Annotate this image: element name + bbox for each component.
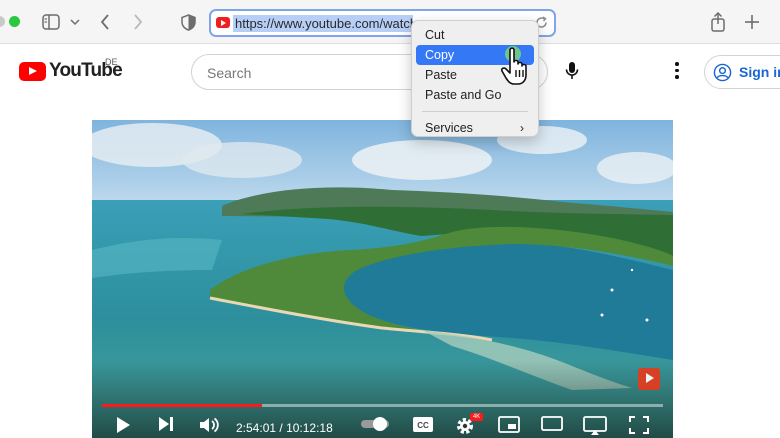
captions-icon[interactable]: CC bbox=[412, 416, 434, 433]
time-total: 10:12:18 bbox=[286, 421, 333, 435]
cast-icon[interactable] bbox=[583, 416, 607, 436]
svg-text:CC: CC bbox=[417, 421, 429, 430]
chevron-right-icon: › bbox=[520, 121, 524, 135]
sign-in-label: Sign in bbox=[739, 64, 780, 80]
menu-item-services-label: Services bbox=[425, 121, 473, 135]
channel-watermark-icon[interactable] bbox=[638, 368, 660, 390]
sidebar-icon[interactable] bbox=[42, 10, 60, 34]
progress-bar-played bbox=[102, 404, 262, 407]
next-icon[interactable] bbox=[158, 416, 174, 432]
youtube-favicon-icon bbox=[216, 17, 230, 28]
quality-badge: 4K bbox=[470, 413, 483, 421]
sign-in-button[interactable]: Sign in bbox=[704, 55, 780, 89]
browser-toolbar: https://www.youtube.com/watch? bbox=[0, 0, 780, 44]
share-icon[interactable] bbox=[710, 10, 726, 34]
chevron-down-icon[interactable] bbox=[70, 10, 80, 34]
time-display: 2:54:01 / 10:12:18 bbox=[236, 421, 333, 435]
back-icon[interactable] bbox=[100, 10, 110, 34]
autoplay-icon[interactable] bbox=[360, 416, 392, 432]
fullscreen-icon[interactable] bbox=[629, 416, 649, 434]
play-icon[interactable] bbox=[115, 416, 131, 434]
window-button-zoom[interactable] bbox=[9, 16, 20, 27]
search-placeholder: Search bbox=[207, 65, 252, 81]
window-button-minimize[interactable] bbox=[0, 16, 5, 27]
shield-icon[interactable] bbox=[181, 10, 196, 34]
miniplayer-icon[interactable] bbox=[498, 416, 520, 433]
region-code: DE bbox=[105, 57, 118, 67]
theater-icon[interactable] bbox=[541, 416, 563, 431]
youtube-play-logo-icon bbox=[19, 61, 46, 81]
forward-icon[interactable] bbox=[133, 10, 143, 34]
more-icon[interactable] bbox=[675, 62, 679, 80]
menu-separator bbox=[422, 111, 528, 112]
menu-item-services[interactable]: Services › bbox=[416, 118, 534, 138]
microphone-icon[interactable] bbox=[565, 61, 579, 86]
plus-icon[interactable] bbox=[744, 10, 760, 34]
progress-bar[interactable] bbox=[102, 404, 663, 407]
time-current: 2:54:01 bbox=[236, 421, 277, 435]
hand-cursor-icon bbox=[500, 44, 532, 93]
account-icon bbox=[713, 63, 732, 81]
video-player[interactable]: 2:54:01 / 10:12:18 CC 4K bbox=[92, 120, 673, 438]
volume-icon[interactable] bbox=[199, 416, 219, 434]
url-text-selected[interactable]: https://www.youtube.com/watch? bbox=[233, 15, 413, 32]
player-controls: 2:54:01 / 10:12:18 CC 4K bbox=[92, 390, 673, 438]
menu-item-cut[interactable]: Cut bbox=[416, 25, 534, 45]
